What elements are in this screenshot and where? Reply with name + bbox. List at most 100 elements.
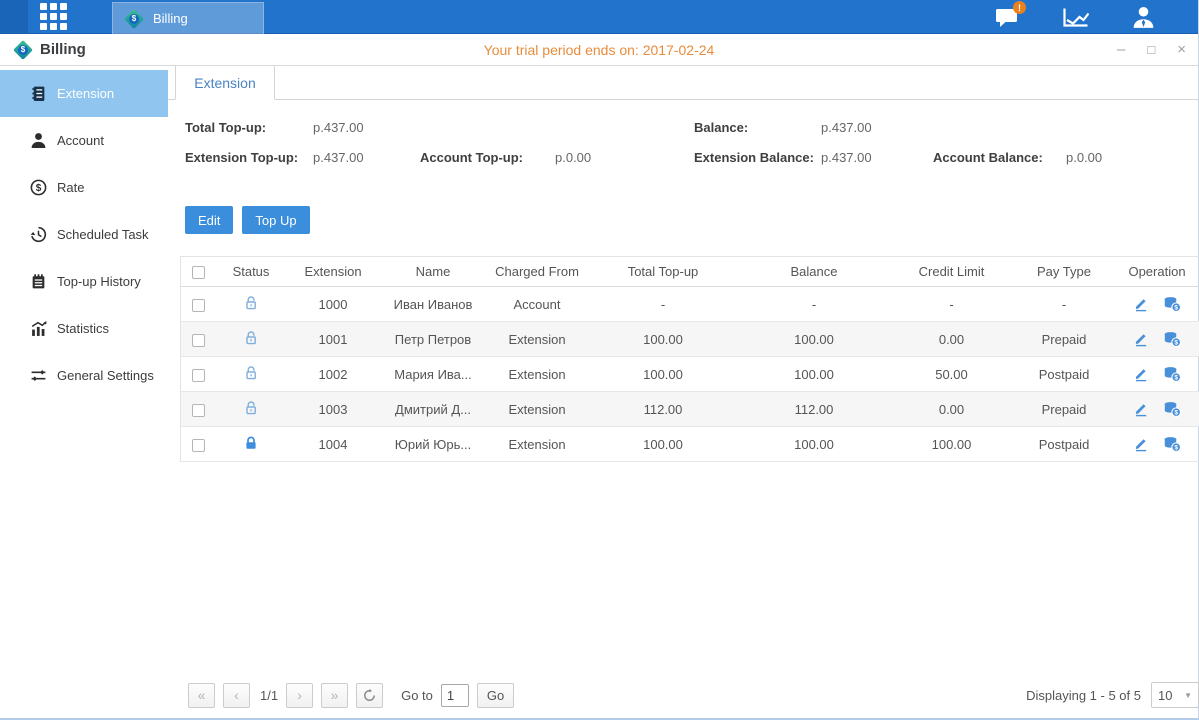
svg-text:$: $ bbox=[1174, 445, 1178, 452]
row-checkbox[interactable] bbox=[192, 299, 205, 312]
messages-icon[interactable]: ! bbox=[992, 5, 1022, 29]
edit-row-icon[interactable] bbox=[1133, 331, 1149, 347]
row-checkbox[interactable] bbox=[192, 439, 205, 452]
maximize-button[interactable]: □ bbox=[1147, 43, 1155, 56]
select-all-checkbox[interactable] bbox=[192, 266, 205, 279]
sidebar-item-label: Rate bbox=[57, 180, 84, 195]
row-checkbox[interactable] bbox=[192, 404, 205, 417]
header-pay-type: Pay Type bbox=[1014, 264, 1114, 279]
app-tab-billing[interactable]: $ Billing bbox=[112, 2, 264, 34]
sidebar-item-account[interactable]: Account bbox=[0, 117, 168, 164]
minimize-button[interactable]: – bbox=[1117, 42, 1125, 57]
next-page-button[interactable]: › bbox=[286, 683, 313, 708]
cell-total-topup: 100.00 bbox=[587, 332, 739, 347]
total-topup-value: p.437.00 bbox=[313, 120, 364, 135]
svg-text:$: $ bbox=[1174, 305, 1178, 312]
table-header-row: Status Extension Name Charged From Total… bbox=[181, 257, 1199, 287]
close-button[interactable]: × bbox=[1177, 42, 1186, 57]
user-account-icon[interactable] bbox=[1128, 5, 1158, 29]
topbar-left-strip bbox=[0, 0, 28, 33]
sidebar: Extension Account $ Rate Scheduled Task … bbox=[0, 66, 168, 718]
row-checkbox[interactable] bbox=[192, 334, 205, 347]
top-up-row-icon[interactable]: $ bbox=[1163, 296, 1181, 312]
app-tab-label: Billing bbox=[153, 11, 188, 26]
sidebar-item-label: Scheduled Task bbox=[57, 227, 149, 242]
cell-total-topup: 100.00 bbox=[587, 367, 739, 382]
cell-balance: 100.00 bbox=[739, 367, 889, 382]
account-balance-label: Account Balance: bbox=[933, 150, 1066, 165]
cell-credit-limit: 0.00 bbox=[889, 332, 1014, 347]
sidebar-item-top-up-history[interactable]: Top-up History bbox=[0, 258, 168, 305]
cell-extension: 1004 bbox=[287, 437, 379, 452]
statistics-chart-icon[interactable] bbox=[1060, 5, 1090, 29]
sidebar-item-general-settings[interactable]: General Settings bbox=[0, 352, 168, 399]
prev-page-button[interactable]: ‹ bbox=[223, 683, 250, 708]
cell-pay-type: - bbox=[1014, 297, 1114, 312]
last-page-button[interactable]: » bbox=[321, 683, 348, 708]
app-grid-icon[interactable] bbox=[36, 0, 70, 33]
svg-text:$: $ bbox=[36, 183, 42, 194]
tab-strip: Extension bbox=[168, 66, 1199, 100]
cell-charged-from: Account bbox=[487, 297, 587, 312]
top-up-row-icon[interactable]: $ bbox=[1163, 436, 1181, 452]
extension-table: Status Extension Name Charged From Total… bbox=[180, 256, 1199, 462]
row-checkbox[interactable] bbox=[192, 369, 205, 382]
go-button[interactable]: Go bbox=[477, 683, 514, 708]
account-topup-label: Account Top-up: bbox=[420, 150, 555, 165]
billing-app-icon: $ bbox=[123, 8, 145, 30]
header-total-topup: Total Top-up bbox=[587, 264, 739, 279]
balance-label: Balance: bbox=[694, 120, 821, 135]
header-status: Status bbox=[215, 264, 287, 279]
cell-pay-type: Postpaid bbox=[1014, 367, 1114, 382]
page-size-select[interactable]: 10 ▼ bbox=[1151, 682, 1199, 708]
notification-badge: ! bbox=[1013, 1, 1026, 14]
svg-text:$: $ bbox=[1174, 410, 1178, 417]
top-up-row-icon[interactable]: $ bbox=[1163, 331, 1181, 347]
refresh-button[interactable] bbox=[356, 683, 383, 708]
top-up-row-icon[interactable]: $ bbox=[1163, 401, 1181, 417]
unlocked-status-icon bbox=[243, 330, 259, 346]
cell-credit-limit: - bbox=[889, 297, 1014, 312]
billing-window-icon: $ bbox=[12, 39, 34, 61]
table-row: 1001 Петр Петров Extension 100.00 100.00… bbox=[181, 322, 1199, 357]
header-credit-limit: Credit Limit bbox=[889, 264, 1014, 279]
sidebar-item-label: Account bbox=[57, 133, 104, 148]
edit-button[interactable]: Edit bbox=[185, 206, 233, 234]
extension-balance-label: Extension Balance: bbox=[694, 150, 821, 165]
cell-extension: 1002 bbox=[287, 367, 379, 382]
edit-row-icon[interactable] bbox=[1133, 401, 1149, 417]
top-up-button[interactable]: Top Up bbox=[242, 206, 309, 234]
edit-row-icon[interactable] bbox=[1133, 366, 1149, 382]
header-extension: Extension bbox=[287, 264, 379, 279]
trial-notice: Your trial period ends on: 2017-02-24 bbox=[0, 42, 1198, 58]
top-up-row-icon[interactable]: $ bbox=[1163, 366, 1181, 382]
general-settings-icon bbox=[30, 367, 47, 384]
cell-balance: 100.00 bbox=[739, 437, 889, 452]
refresh-icon bbox=[363, 689, 376, 702]
first-page-button[interactable]: « bbox=[188, 683, 215, 708]
topup-history-icon bbox=[30, 273, 47, 290]
cell-name: Дмитрий Д... bbox=[379, 402, 487, 417]
sidebar-item-statistics[interactable]: Statistics bbox=[0, 305, 168, 352]
sidebar-item-label: Statistics bbox=[57, 321, 109, 336]
cell-pay-type: Postpaid bbox=[1014, 437, 1114, 452]
extension-topup-value: p.437.00 bbox=[313, 150, 420, 165]
header-balance: Balance bbox=[739, 264, 889, 279]
scheduled-task-icon bbox=[30, 226, 47, 243]
rate-icon: $ bbox=[30, 179, 47, 196]
cell-extension: 1001 bbox=[287, 332, 379, 347]
sidebar-item-label: General Settings bbox=[57, 368, 154, 383]
sidebar-item-rate[interactable]: $ Rate bbox=[0, 164, 168, 211]
cell-extension: 1000 bbox=[287, 297, 379, 312]
displaying-text: Displaying 1 - 5 of 5 bbox=[1026, 688, 1141, 703]
sidebar-item-label: Top-up History bbox=[57, 274, 141, 289]
sidebar-item-extension[interactable]: Extension bbox=[0, 70, 168, 117]
edit-row-icon[interactable] bbox=[1133, 296, 1149, 312]
sidebar-item-scheduled-task[interactable]: Scheduled Task bbox=[0, 211, 168, 258]
edit-row-icon[interactable] bbox=[1133, 436, 1149, 452]
cell-total-topup: 100.00 bbox=[587, 437, 739, 452]
goto-page-input[interactable] bbox=[441, 684, 469, 707]
extension-balance-value: p.437.00 bbox=[821, 150, 933, 165]
tab-extension[interactable]: Extension bbox=[175, 66, 275, 100]
balance-value: p.437.00 bbox=[821, 120, 872, 135]
